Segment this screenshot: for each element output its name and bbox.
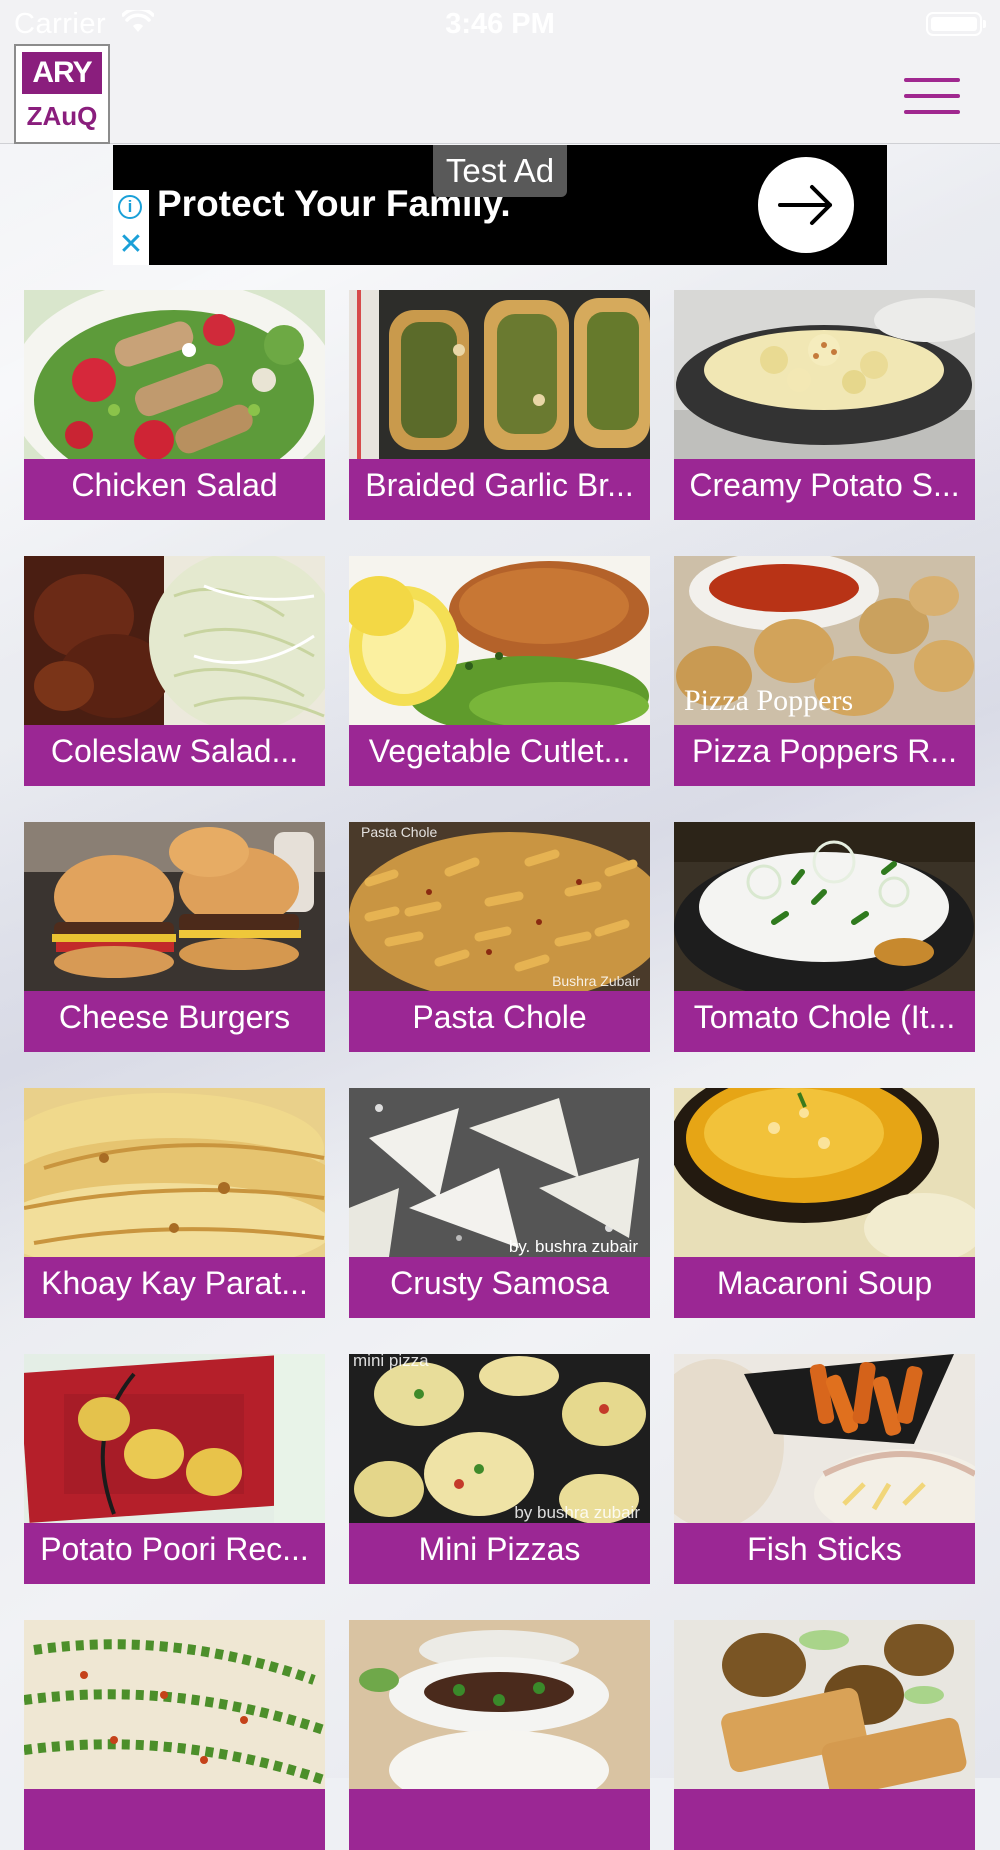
recipe-title: Pizza Poppers R...: [674, 725, 975, 786]
recipe-image: [349, 1620, 650, 1789]
recipe-image: [24, 556, 325, 725]
recipe-card-pizza-poppers[interactable]: Pizza Poppers Pizza Poppers R...: [674, 556, 975, 786]
arrow-right-icon[interactable]: [758, 157, 854, 253]
recipe-title: [349, 1789, 650, 1850]
recipe-image: [674, 1088, 975, 1257]
status-bar: Carrier 3:46 PM: [0, 0, 1000, 48]
recipe-title: Creamy Potato S...: [674, 459, 975, 520]
recipe-image: [349, 556, 650, 725]
recipe-card-tomato-chole[interactable]: Tomato Chole (It...: [674, 822, 975, 1052]
close-icon[interactable]: ✕: [118, 230, 144, 260]
status-time: 3:46 PM: [445, 8, 555, 40]
app-logo[interactable]: ARY ZAuQ: [14, 44, 110, 144]
recipe-image: [674, 822, 975, 991]
recipe-title: Braided Garlic Br...: [349, 459, 650, 520]
recipe-card-crusty-samosa[interactable]: by. bushra zubair Crusty Samosa: [349, 1088, 650, 1318]
recipe-card-khoay-kay-paratha[interactable]: Khoay Kay Parat...: [24, 1088, 325, 1318]
recipe-image: [24, 1088, 325, 1257]
recipe-title: Vegetable Cutlet...: [349, 725, 650, 786]
recipe-title: [24, 1789, 325, 1850]
recipe-image: by. bushra zubair: [349, 1088, 650, 1257]
recipe-card[interactable]: [674, 1620, 975, 1850]
recipe-card[interactable]: [349, 1620, 650, 1850]
recipe-title: Chicken Salad: [24, 459, 325, 520]
recipe-card-vegetable-cutlet[interactable]: Vegetable Cutlet...: [349, 556, 650, 786]
recipe-title: Cheese Burgers: [24, 991, 325, 1052]
recipe-card-braided-garlic-bread[interactable]: Braided Garlic Br...: [349, 290, 650, 520]
recipe-card-potato-poori[interactable]: Potato Poori Rec...: [24, 1354, 325, 1584]
recipe-card-pasta-chole[interactable]: Pasta Chole Bushra Zubair Pasta Chole: [349, 822, 650, 1052]
image-credit: Bushra Zubair: [552, 973, 640, 989]
recipe-title: Khoay Kay Parat...: [24, 1257, 325, 1318]
recipe-image: Pizza Poppers: [674, 556, 975, 725]
recipe-card-macaroni-soup[interactable]: Macaroni Soup: [674, 1088, 975, 1318]
recipe-image: [674, 1354, 975, 1523]
recipe-image: [24, 1354, 325, 1523]
info-icon[interactable]: i: [118, 195, 142, 219]
test-ad-label: Test Ad: [433, 145, 567, 197]
recipe-title: [674, 1789, 975, 1850]
recipe-title: Coleslaw Salad...: [24, 725, 325, 786]
recipe-image: [24, 822, 325, 991]
recipe-card-cheese-burgers[interactable]: Cheese Burgers: [24, 822, 325, 1052]
recipe-card[interactable]: [24, 1620, 325, 1850]
recipe-title: Macaroni Soup: [674, 1257, 975, 1318]
recipe-image: Pasta Chole Bushra Zubair: [349, 822, 650, 991]
ad-banner[interactable]: Protect Your Family. Test Ad i ✕: [113, 145, 887, 265]
recipe-title: Fish Sticks: [674, 1523, 975, 1584]
recipe-image: [674, 290, 975, 459]
recipe-title: Mini Pizzas: [349, 1523, 650, 1584]
image-credit: by bushra zubair: [514, 1503, 640, 1522]
recipe-card-mini-pizzas[interactable]: mini pizza by bushra zubair Mini Pizzas: [349, 1354, 650, 1584]
recipe-image: [24, 1620, 325, 1789]
recipe-card-coleslaw-salad[interactable]: Coleslaw Salad...: [24, 556, 325, 786]
recipe-image: [674, 1620, 975, 1789]
battery-icon: [926, 12, 986, 36]
image-credit: by. bushra zubair: [508, 1237, 638, 1256]
logo-zauq-text: ZAuQ: [26, 101, 98, 131]
hamburger-menu-icon[interactable]: [904, 78, 960, 114]
recipe-title: Pasta Chole: [349, 991, 650, 1052]
image-caption: Pizza Poppers: [684, 684, 854, 717]
image-caption: mini pizza: [353, 1354, 429, 1370]
recipe-image: [24, 290, 325, 459]
recipe-title: Potato Poori Rec...: [24, 1523, 325, 1584]
ad-choices[interactable]: i ✕: [113, 190, 149, 265]
recipe-card-creamy-potato-salad[interactable]: Creamy Potato S...: [674, 290, 975, 520]
recipe-image: mini pizza by bushra zubair: [349, 1354, 650, 1523]
recipe-title: Tomato Chole (It...: [674, 991, 975, 1052]
recipe-card-chicken-salad[interactable]: Chicken Salad: [24, 290, 325, 520]
logo-ary-text: ARY: [22, 52, 102, 94]
recipe-card-fish-sticks[interactable]: Fish Sticks: [674, 1354, 975, 1584]
recipe-image: [349, 290, 650, 459]
recipe-title: Crusty Samosa: [349, 1257, 650, 1318]
image-caption: Pasta Chole: [361, 824, 438, 840]
